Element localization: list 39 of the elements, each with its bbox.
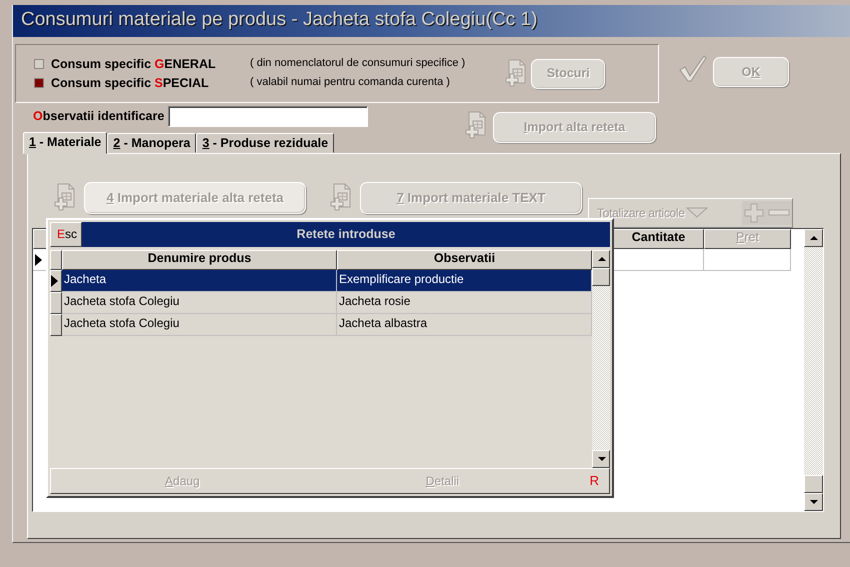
plus-icon — [742, 201, 766, 225]
popup-title: Retete introduse — [82, 222, 610, 247]
table-cell: Exemplificare productie — [337, 270, 592, 292]
table-cell: Jacheta — [62, 270, 337, 292]
legend-note: ( din nomenclatorul de consumuri specifice ) — [250, 57, 466, 71]
scrollbar[interactable] — [592, 250, 610, 468]
scroll-up-button[interactable] — [592, 250, 610, 268]
footer-mark: R — [590, 473, 599, 489]
table-row[interactable]: Jacheta stofa Colegiu Jacheta rosie — [50, 292, 592, 314]
tab[interactable]: 2 - Manopera — [107, 133, 196, 153]
minus-icon — [766, 201, 792, 225]
column-header[interactable]: Cantitate — [613, 229, 704, 249]
header-cell — [50, 250, 62, 270]
table-cell: Jacheta stofa Colegiu — [62, 292, 337, 314]
scroll-down-button[interactable] — [592, 450, 610, 468]
field-label: Observatii identificare — [33, 109, 164, 124]
observatii-input[interactable] — [168, 106, 368, 127]
tab[interactable]: 1 - Materiale — [23, 132, 108, 154]
table-row[interactable]: Jacheta stofa Colegiu Jacheta albastra — [50, 314, 592, 336]
table-cell: Jacheta albastra — [337, 314, 592, 336]
triangle-icon — [686, 207, 708, 219]
legend-note: ( valabil numai pentru comanda curenta ) — [250, 76, 450, 90]
legend-label: Consum specific GENERAL — [51, 56, 217, 72]
table-row[interactable]: Jacheta Exemplificare productie — [50, 270, 592, 292]
column-header[interactable]: Denumire produs — [62, 250, 337, 270]
scroll-thumb[interactable] — [804, 475, 823, 493]
totals-label: Totalizare articole — [597, 206, 685, 220]
legend-label: Consum specific SPECIAL — [51, 76, 210, 90]
table-cell: Jacheta stofa Colegiu — [62, 314, 337, 336]
scroll-thumb[interactable] — [592, 268, 610, 286]
checkmark-icon — [677, 53, 707, 83]
tab[interactable]: 3 - Produse reziduale — [196, 133, 334, 153]
scroll-down-button[interactable] — [804, 493, 823, 511]
window-title: Consumuri materiale pe produs - Jacheta stofa Colegiu(Cc 1) — [13, 5, 850, 37]
table-cell: Jacheta rosie — [337, 292, 592, 314]
esc-button[interactable]: Esc — [50, 222, 82, 247]
scrollbar[interactable] — [804, 229, 823, 511]
column-header[interactable]: Observatii — [337, 250, 592, 270]
scroll-up-button[interactable] — [804, 229, 823, 247]
